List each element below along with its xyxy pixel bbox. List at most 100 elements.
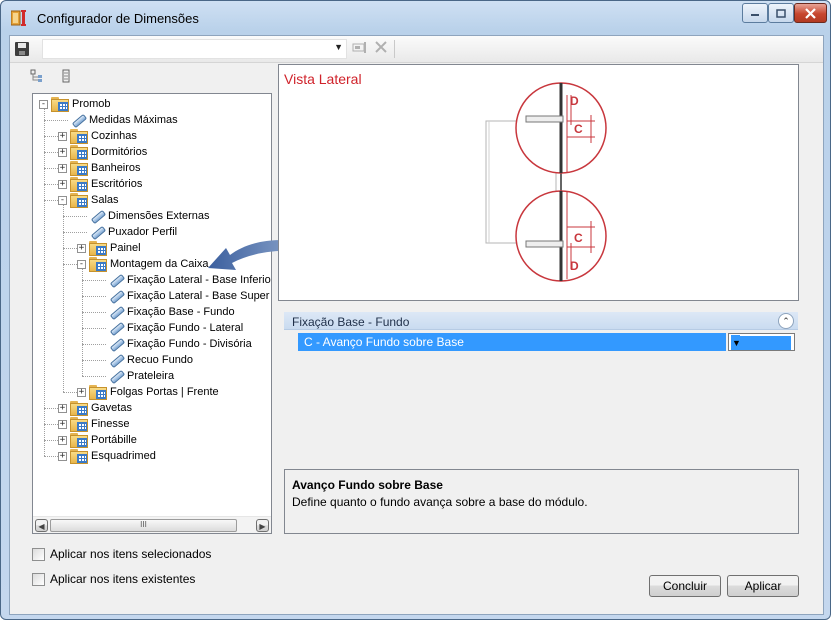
tree-item-label[interactable]: Fixação Fundo - Lateral bbox=[127, 322, 243, 334]
tree-item-label[interactable]: Fixação Fundo - Divisória bbox=[127, 338, 252, 350]
edit-icon[interactable] bbox=[352, 40, 368, 54]
apply-selected-option[interactable]: Aplicar nos itens selecionados bbox=[32, 547, 211, 561]
tree-item[interactable]: Fixação Base - Fundo bbox=[96, 304, 235, 320]
tree-item[interactable]: + Folgas Portas | Frente bbox=[77, 384, 219, 400]
tree-item[interactable]: + Finesse bbox=[58, 416, 130, 432]
tree-item-label[interactable]: Recuo Fundo bbox=[127, 354, 193, 366]
maximize-button[interactable] bbox=[768, 3, 794, 23]
property-name[interactable]: C - Avanço Fundo sobre Base bbox=[298, 333, 726, 351]
dropdown-arrow-icon[interactable]: ▼ bbox=[731, 336, 791, 350]
tree-item[interactable]: - Promob bbox=[39, 96, 111, 112]
expand-plus-icon[interactable]: + bbox=[58, 403, 67, 413]
tree-item[interactable]: Prateleira bbox=[96, 368, 174, 384]
tree-item-label[interactable]: Esquadrimed bbox=[91, 450, 156, 462]
tree-item[interactable]: + Dormitórios bbox=[58, 144, 147, 160]
tree-connector bbox=[63, 248, 77, 249]
configuration-tree[interactable]: - Promob Medidas Máximas + Cozinhas + Dormitór… bbox=[32, 93, 272, 534]
expand-plus-icon[interactable]: + bbox=[58, 419, 67, 429]
tree-item-label[interactable]: Banheiros bbox=[91, 162, 141, 174]
expand-plus-icon[interactable]: + bbox=[58, 131, 67, 141]
folder-icon bbox=[51, 97, 69, 112]
apply-button[interactable]: Aplicar bbox=[727, 575, 799, 597]
collapse-chevron-icon[interactable]: ⌃ bbox=[778, 313, 794, 329]
tree-item[interactable]: + Banheiros bbox=[58, 160, 141, 176]
apply-selected-label[interactable]: Aplicar nos itens selecionados bbox=[50, 547, 211, 561]
property-row[interactable]: C - Avanço Fundo sobre Base 5 ▼ bbox=[298, 333, 795, 351]
tree-item[interactable]: - Montagem da Caixa bbox=[77, 256, 208, 272]
tree-item-label[interactable]: Puxador Perfil bbox=[108, 226, 177, 238]
tree-item-label[interactable]: Salas bbox=[91, 194, 119, 206]
apply-existing-checkbox[interactable] bbox=[32, 572, 45, 586]
scroll-thumb[interactable]: III bbox=[50, 519, 237, 532]
tree-item[interactable]: + Portábille bbox=[58, 432, 137, 448]
folder-icon bbox=[70, 449, 88, 464]
expand-plus-icon[interactable]: + bbox=[58, 435, 67, 445]
conclude-button[interactable]: Concluir bbox=[649, 575, 721, 597]
minimize-button[interactable] bbox=[742, 3, 768, 23]
scroll-right-icon[interactable]: ▶ bbox=[256, 519, 269, 532]
tree-item[interactable]: Fixação Fundo - Divisória bbox=[96, 336, 252, 352]
folder-icon bbox=[70, 129, 88, 144]
expand-tree-icon[interactable] bbox=[30, 69, 44, 83]
tree-connector bbox=[44, 408, 58, 409]
property-group-header[interactable]: Fixação Base - Fundo ⌃ bbox=[284, 312, 798, 330]
expand-plus-icon[interactable]: + bbox=[77, 243, 86, 253]
tree-item[interactable]: Dimensões Externas bbox=[77, 208, 210, 224]
client-area: ▼ - Promob Medidas Máximas + Cozinhas + … bbox=[9, 35, 824, 615]
collapse-minus-icon[interactable]: - bbox=[39, 99, 48, 109]
tree-item-label[interactable]: Gavetas bbox=[91, 402, 132, 414]
measure-item-icon bbox=[89, 209, 105, 223]
collapse-minus-icon[interactable]: - bbox=[77, 259, 86, 269]
tree-item[interactable]: Fixação Lateral - Base Super bbox=[96, 288, 269, 304]
tree-item-label[interactable]: Fixação Lateral - Base Super bbox=[127, 290, 269, 302]
tree-item-label[interactable]: Promob bbox=[72, 98, 111, 110]
tree-horizontal-scrollbar[interactable]: ◀ III ▶ bbox=[33, 516, 271, 533]
tree-item-label[interactable]: Cozinhas bbox=[91, 130, 137, 142]
tree-item[interactable]: - Salas bbox=[58, 192, 119, 208]
property-value-combo[interactable]: 5 ▼ bbox=[728, 333, 795, 351]
tree-item-label[interactable]: Painel bbox=[110, 242, 141, 254]
measure-item-icon bbox=[108, 353, 124, 367]
tree-item[interactable]: Puxador Perfil bbox=[77, 224, 177, 240]
apply-existing-option[interactable]: Aplicar nos itens existentes bbox=[32, 572, 195, 586]
expand-plus-icon[interactable]: + bbox=[58, 147, 67, 157]
tree-item-label[interactable]: Fixação Base - Fundo bbox=[127, 306, 235, 318]
tree-item-label[interactable]: Escritórios bbox=[91, 178, 142, 190]
tree-connector bbox=[63, 392, 77, 393]
close-button[interactable] bbox=[794, 3, 827, 23]
scroll-left-icon[interactable]: ◀ bbox=[35, 519, 48, 532]
tree-item-label[interactable]: Dimensões Externas bbox=[108, 210, 210, 222]
measure-item-icon bbox=[108, 337, 124, 351]
tree-item-label[interactable]: Medidas Máximas bbox=[89, 114, 178, 126]
tree-item[interactable]: + Gavetas bbox=[58, 400, 132, 416]
list-view-icon[interactable] bbox=[59, 69, 73, 83]
expand-plus-icon[interactable]: + bbox=[77, 387, 86, 397]
tree-item[interactable]: + Painel bbox=[77, 240, 141, 256]
toolbar-combo[interactable]: ▼ bbox=[42, 39, 347, 59]
scroll-thumb-grip: III bbox=[140, 520, 147, 529]
tree-item[interactable]: + Esquadrimed bbox=[58, 448, 156, 464]
tree-item-label[interactable]: Prateleira bbox=[127, 370, 174, 382]
tree-item[interactable]: Medidas Máximas bbox=[58, 112, 178, 128]
tree-item-label[interactable]: Dormitórios bbox=[91, 146, 147, 158]
save-icon[interactable] bbox=[15, 42, 29, 56]
apply-existing-label[interactable]: Aplicar nos itens existentes bbox=[50, 572, 195, 586]
dropdown-arrow-icon: ▼ bbox=[334, 42, 343, 52]
apply-selected-checkbox[interactable] bbox=[32, 547, 45, 561]
delete-icon[interactable] bbox=[374, 40, 388, 54]
expand-plus-icon[interactable]: + bbox=[58, 163, 67, 173]
tree-item-label[interactable]: Folgas Portas | Frente bbox=[110, 386, 219, 398]
tree-item[interactable]: + Cozinhas bbox=[58, 128, 137, 144]
tree-item[interactable]: + Escritórios bbox=[58, 176, 142, 192]
tree-item-label[interactable]: Portábille bbox=[91, 434, 137, 446]
tree-connector bbox=[44, 456, 58, 457]
tree-item[interactable]: Fixação Fundo - Lateral bbox=[96, 320, 243, 336]
expand-plus-icon[interactable]: + bbox=[58, 451, 67, 461]
tree-item[interactable]: Recuo Fundo bbox=[96, 352, 193, 368]
tree-item-label[interactable]: Finesse bbox=[91, 418, 130, 430]
tree-tools bbox=[30, 69, 73, 86]
tree-connector bbox=[44, 168, 58, 169]
collapse-minus-icon[interactable]: - bbox=[58, 195, 67, 205]
expand-plus-icon[interactable]: + bbox=[58, 179, 67, 189]
title-bar[interactable]: Configurador de Dimensões bbox=[1, 1, 830, 35]
